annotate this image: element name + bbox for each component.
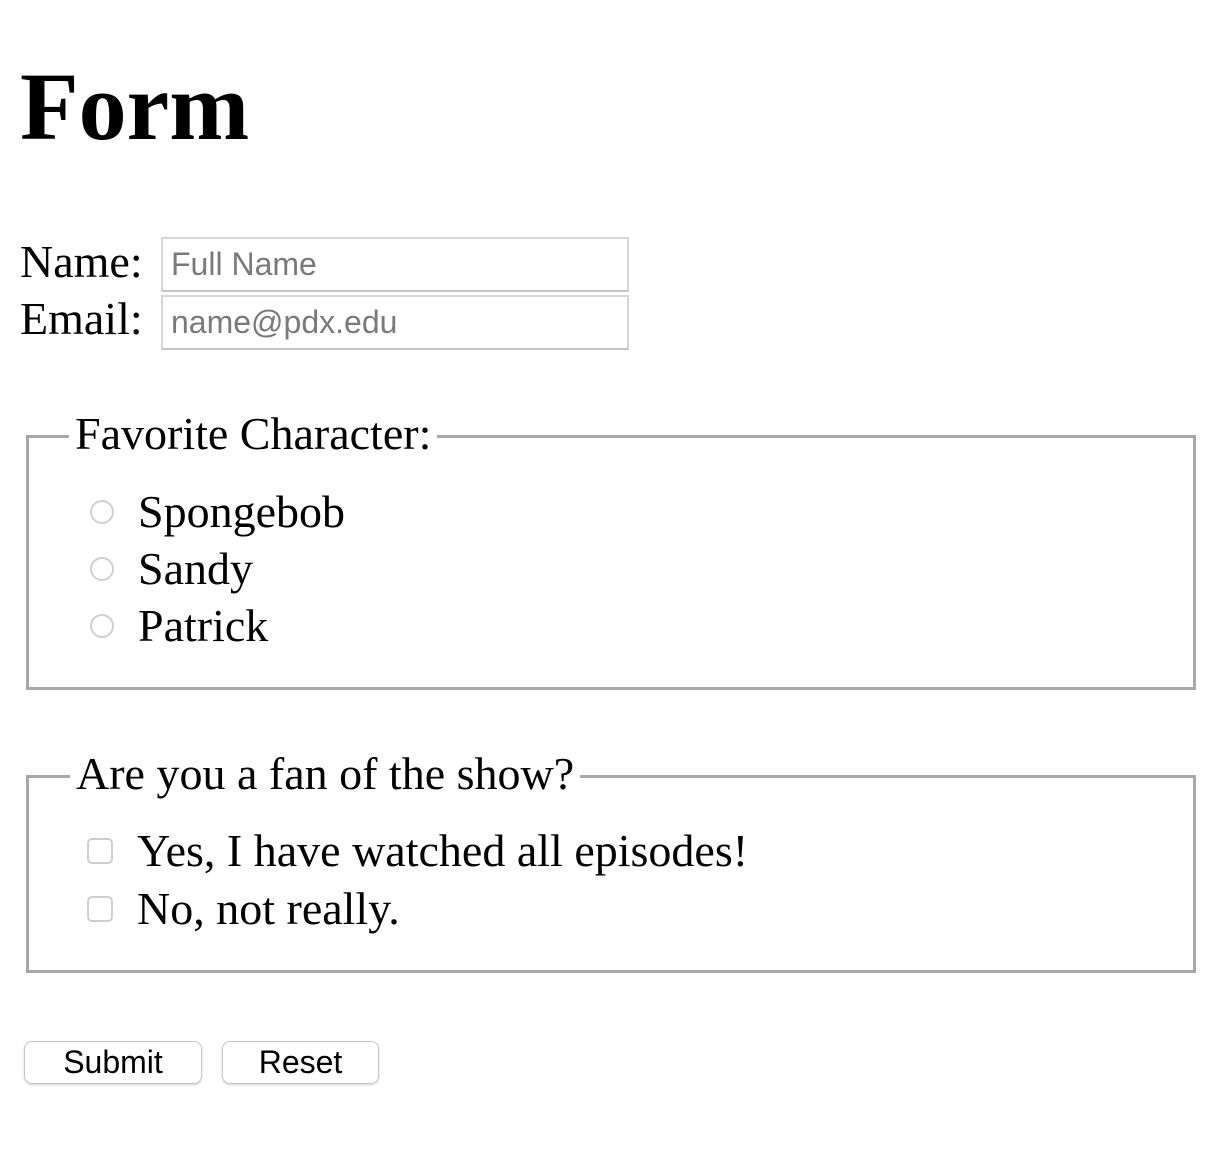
option-spongebob[interactable]: Spongebob [90,486,345,538]
radio-spongebob[interactable] [90,500,114,524]
option-label: Patrick [138,600,269,651]
radio-sandy[interactable] [90,557,114,581]
checkbox-not-fan[interactable] [87,896,113,922]
favorite-character-legend: Favorite Character: [69,408,438,460]
fan-question-legend: Are you a fan of the show? [70,748,581,800]
option-label: No, not really. [137,883,400,934]
submit-button[interactable]: Submit [24,1041,202,1084]
option-label: Sandy [138,543,253,594]
reset-button[interactable]: Reset [222,1041,379,1084]
option-label: Spongebob [138,486,345,537]
email-input[interactable] [161,295,629,350]
checkbox-yes-fan[interactable] [87,838,113,864]
option-yes-fan[interactable]: Yes, I have watched all episodes! [87,825,748,877]
name-label: Name: [20,236,143,287]
option-sandy[interactable]: Sandy [90,543,253,595]
page-title: Form [20,53,250,160]
radio-patrick[interactable] [90,614,114,638]
option-label: Yes, I have watched all episodes! [137,825,749,876]
option-not-fan[interactable]: No, not really. [87,883,400,935]
name-input[interactable] [161,237,629,292]
favorite-character-fieldset: Favorite Character: Spongebob Sandy Patr… [26,408,1196,690]
option-patrick[interactable]: Patrick [90,600,268,652]
email-label: Email: [20,293,143,344]
fan-question-fieldset: Are you a fan of the show? Yes, I have w… [26,748,1196,973]
